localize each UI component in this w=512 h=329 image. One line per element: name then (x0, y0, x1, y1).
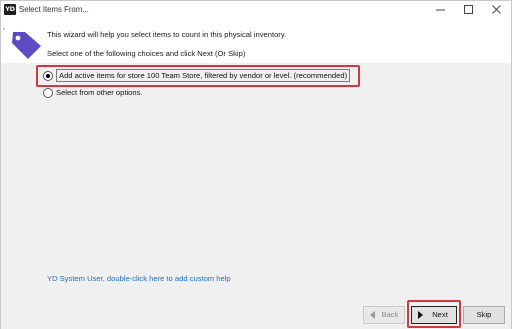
minimize-icon (436, 9, 445, 11)
wizard-intro: This wizard will help you select items t… (47, 30, 287, 39)
maximize-icon (464, 5, 473, 14)
window-title: Select Items From... (19, 5, 89, 14)
back-label: Back (381, 310, 399, 319)
tag-icon (3, 28, 41, 59)
wizard-window: YD Select Items From... This wizard will… (0, 0, 512, 329)
close-icon (492, 5, 501, 14)
radio-other-options[interactable] (43, 88, 53, 98)
skip-button[interactable]: Skip (463, 306, 505, 324)
wizard-header: This wizard will help you select items t… (1, 19, 511, 63)
next-highlight-box (407, 300, 461, 328)
back-button[interactable]: Back (363, 306, 405, 324)
skip-label: Skip (476, 310, 492, 319)
custom-help-link[interactable]: YD System User, double-click here to add… (47, 274, 231, 283)
app-icon: YD (4, 4, 16, 15)
title-bar: YD Select Items From... (1, 1, 511, 19)
wizard-content: Add active items for store 100 Team Stor… (1, 63, 511, 329)
maximize-button[interactable] (455, 1, 483, 19)
wizard-prompt: Select one of the following choices and … (47, 49, 246, 58)
option-label: Select from other options. (56, 88, 143, 97)
minimize-button[interactable] (427, 1, 455, 19)
option-highlight-box (36, 65, 360, 87)
close-button[interactable] (483, 1, 511, 19)
